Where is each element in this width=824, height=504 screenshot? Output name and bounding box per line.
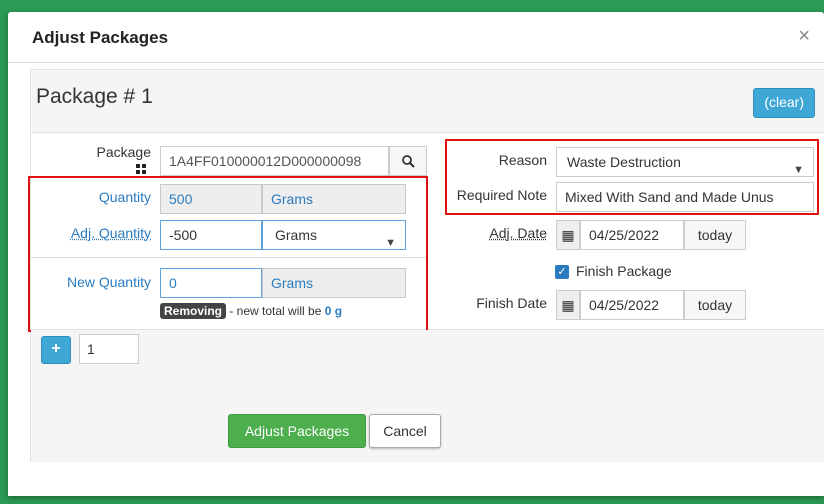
finish-package-checkbox[interactable]: ✓ bbox=[555, 265, 569, 279]
package-form: Package 1A4FF010000012D000000098 Quantit… bbox=[28, 133, 824, 332]
clear-button[interactable]: (clear) bbox=[753, 88, 815, 118]
adjust-packages-modal: Adjust Packages × Package # 1 (clear) Pa… bbox=[8, 12, 824, 496]
add-row-bar: + 1 bbox=[31, 330, 824, 379]
adj-date-input[interactable]: 04/25/2022 bbox=[580, 220, 684, 250]
modal-actions: Adjust Packages Cancel bbox=[31, 378, 824, 463]
calendar-icon: ▦ bbox=[556, 220, 580, 250]
adjust-packages-button[interactable]: Adjust Packages bbox=[228, 414, 366, 448]
close-icon[interactable]: × bbox=[798, 26, 810, 46]
package-tag-input[interactable]: 1A4FF010000012D000000098 bbox=[160, 146, 389, 176]
cancel-button[interactable]: Cancel bbox=[369, 414, 441, 448]
package-label: Package bbox=[96, 144, 151, 160]
package-header: Package # 1 (clear) bbox=[31, 70, 824, 133]
add-package-button[interactable]: + bbox=[41, 336, 71, 364]
modal-title: Adjust Packages bbox=[32, 28, 169, 47]
quantity-highlight-box bbox=[28, 176, 428, 332]
search-button[interactable] bbox=[389, 146, 427, 176]
adj-date-label: Adj. Date bbox=[489, 225, 547, 241]
finish-date-input[interactable]: 04/25/2022 bbox=[580, 290, 684, 320]
package-count-input[interactable]: 1 bbox=[79, 334, 139, 364]
adj-date-today-button[interactable]: today bbox=[684, 220, 746, 250]
package-panel: Package # 1 (clear) Package 1A4FF0100000… bbox=[28, 69, 824, 464]
reason-highlight-box bbox=[445, 139, 819, 215]
search-icon bbox=[401, 155, 415, 168]
package-title: Package # 1 bbox=[36, 85, 153, 108]
modal-footer-space bbox=[8, 462, 824, 496]
finish-package-label: Finish Package bbox=[576, 263, 672, 279]
grid-icon[interactable] bbox=[136, 161, 146, 174]
finish-date-today-button[interactable]: today bbox=[684, 290, 746, 320]
modal-header: Adjust Packages × bbox=[8, 12, 824, 63]
finish-date-label: Finish Date bbox=[476, 295, 547, 311]
calendar-icon: ▦ bbox=[556, 290, 580, 320]
